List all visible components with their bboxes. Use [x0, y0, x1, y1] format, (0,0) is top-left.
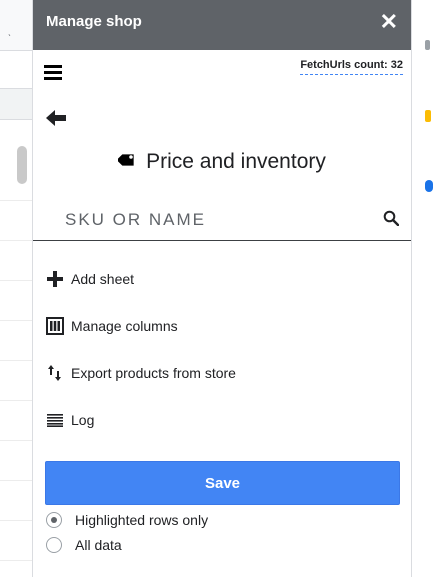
search-icon[interactable] [383, 210, 399, 226]
page-title: Price and inventory [33, 150, 411, 174]
spreadsheet-grid-left: ˎ [0, 0, 33, 577]
sidebar-titlebar: Manage shop ✕ [33, 0, 411, 50]
toolbar-tick: ˎ [8, 26, 12, 37]
side-marker [425, 40, 430, 50]
export-products-label: Export products from store [71, 365, 236, 381]
sort-arrows-icon [45, 363, 65, 383]
search-input[interactable] [63, 206, 347, 234]
close-icon[interactable]: ✕ [380, 11, 398, 33]
right-side-fragment [421, 0, 439, 577]
back-arrow-icon[interactable] [45, 108, 67, 128]
add-sheet-label: Add sheet [71, 271, 135, 287]
page-title-text: Price and inventory [146, 150, 326, 173]
hamburger-menu-icon[interactable] [44, 65, 62, 80]
radio-all-data-label: All data [75, 537, 122, 553]
tag-icon [118, 154, 134, 167]
row-divider [0, 280, 32, 281]
sheet-header-row [0, 88, 32, 120]
radio-highlighted-rows-label: Highlighted rows only [75, 512, 209, 528]
row-divider [0, 480, 32, 481]
sheet-toolbar-fragment: ˎ [0, 0, 32, 51]
row-divider [0, 520, 32, 521]
row-divider [0, 240, 32, 241]
radio-highlighted-rows[interactable]: Highlighted rows only [46, 510, 208, 530]
row-divider [0, 440, 32, 441]
columns-icon [45, 316, 65, 336]
log-label: Log [71, 412, 95, 428]
manage-shop-sidebar: Manage shop ✕ FetchUrls count: 32 Price … [32, 0, 412, 577]
save-button[interactable]: Save [45, 461, 400, 505]
row-divider [0, 400, 32, 401]
sidebar-title: Manage shop [46, 13, 142, 30]
add-sheet-button[interactable]: Add sheet [45, 268, 134, 290]
app-window: ˎ Manage shop ✕ FetchUrls count: 32 Pric… [0, 0, 439, 577]
manage-columns-button[interactable]: Manage columns [45, 315, 178, 337]
row-divider [0, 360, 32, 361]
log-lines-icon [45, 410, 65, 430]
row-divider [0, 200, 32, 201]
row-divider [0, 320, 32, 321]
row-divider [0, 560, 32, 561]
fetch-urls-count[interactable]: FetchUrls count: 32 [300, 59, 403, 75]
log-button[interactable]: Log [45, 409, 94, 431]
search-bar [33, 200, 411, 241]
manage-columns-label: Manage columns [71, 318, 178, 334]
side-marker-blue [425, 180, 433, 192]
plus-icon [45, 269, 65, 289]
radio-button[interactable] [46, 537, 62, 553]
export-products-button[interactable]: Export products from store [45, 362, 236, 384]
radio-all-data[interactable]: All data [46, 535, 122, 555]
side-marker-yellow [425, 110, 431, 122]
sheet-scrollbar-thumb[interactable] [17, 146, 27, 184]
radio-button[interactable] [46, 512, 62, 528]
